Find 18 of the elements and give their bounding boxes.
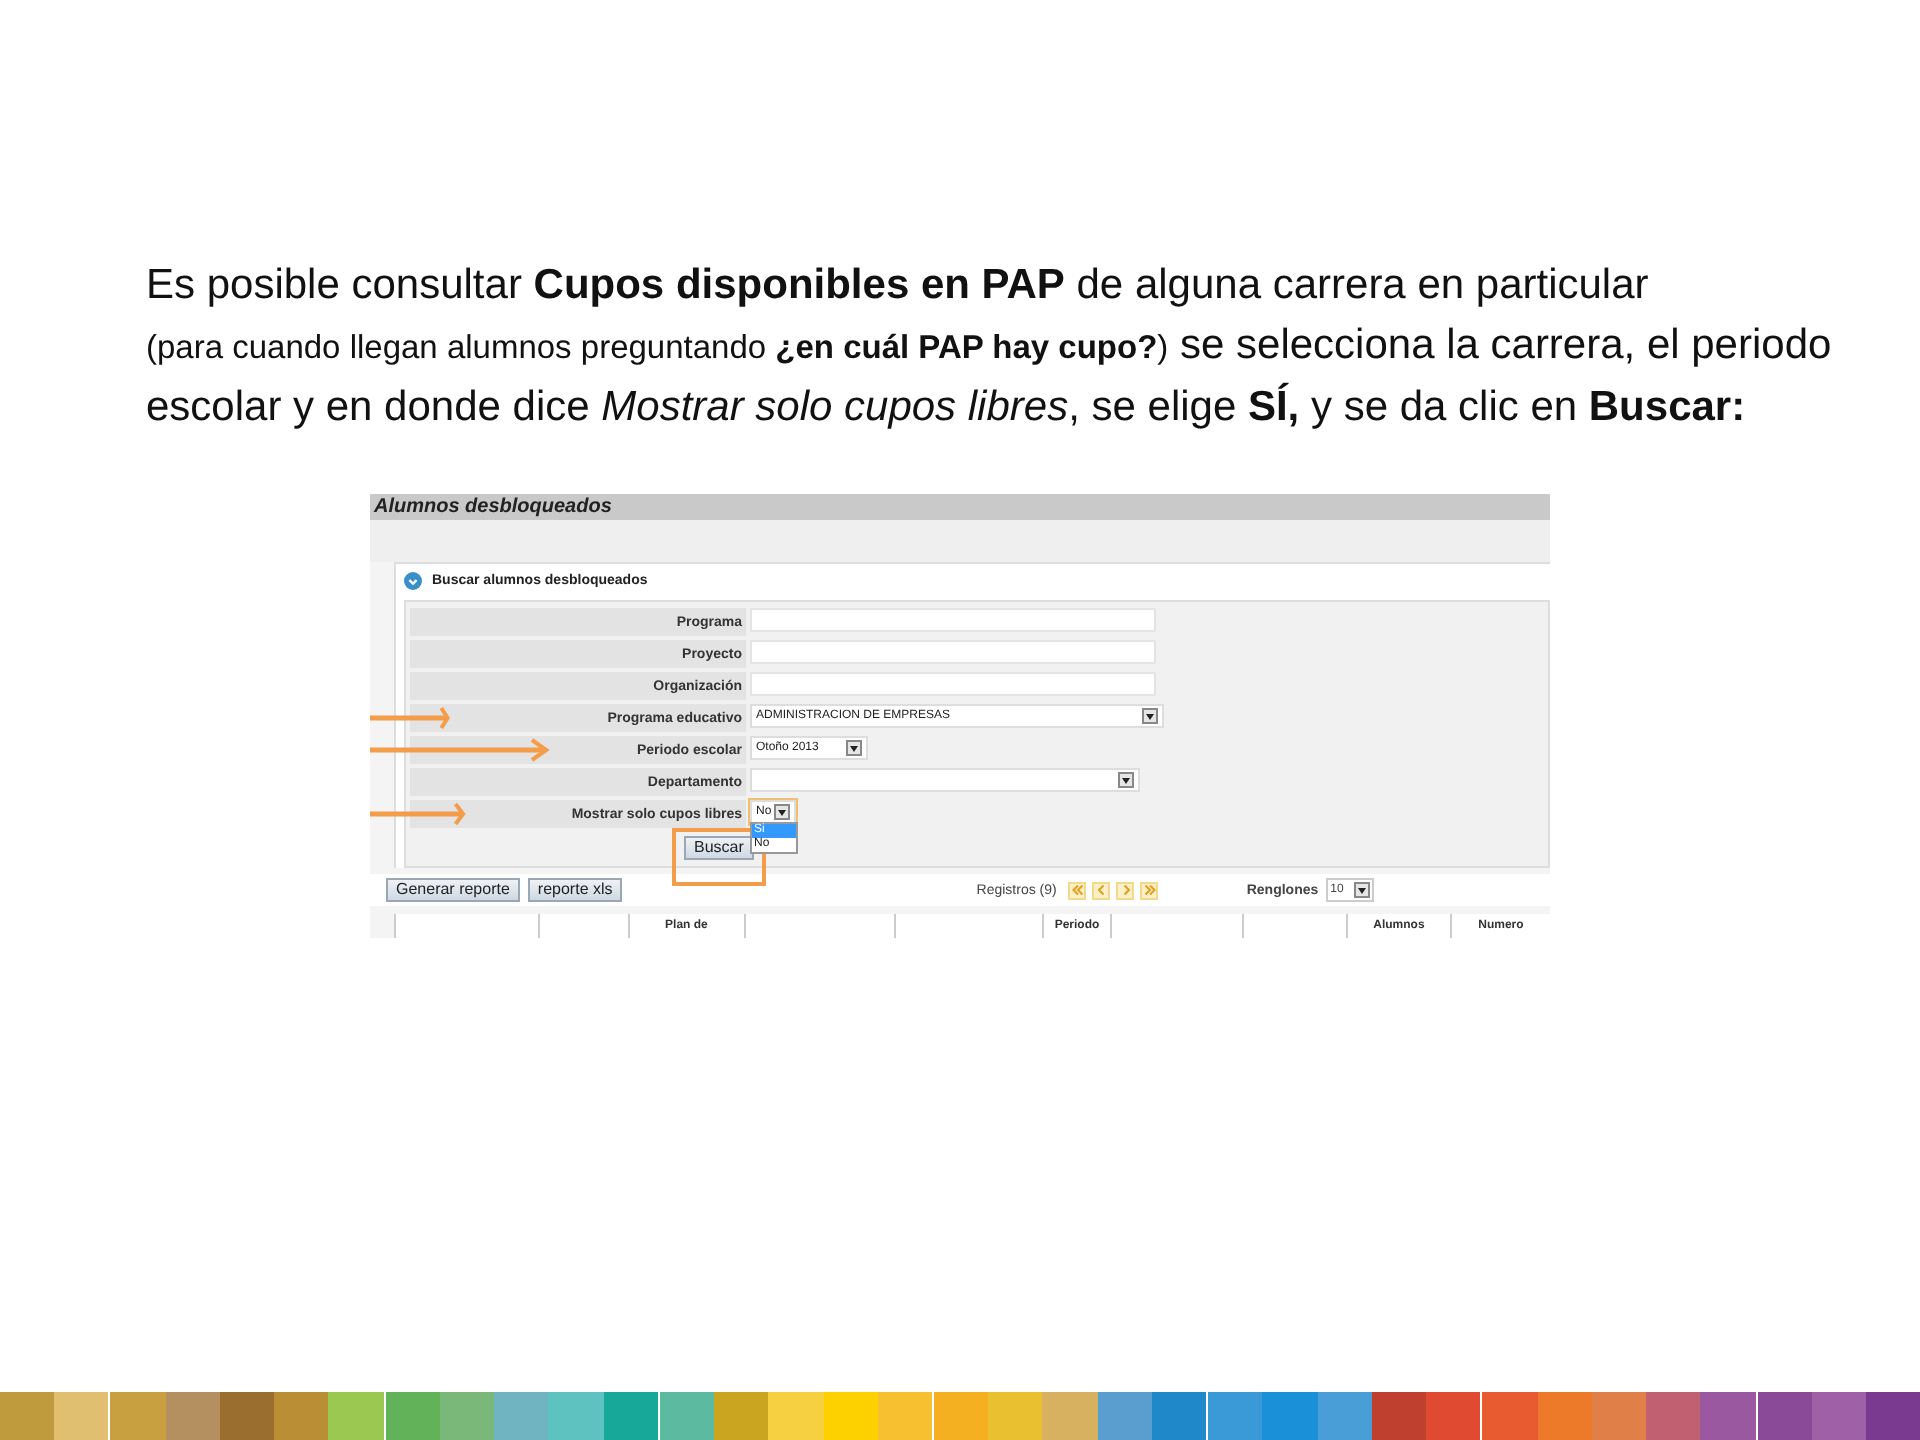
page-title-bar: Alumnos desbloqueados <box>370 494 1550 520</box>
instruction-paragraph: Es posible consultar Cupos disponibles en PAP de alguna carrera en particular (para cuando llegan alumnos preguntando ¿en cuál PAP hay cupo?) se selecciona la carrera, el periodo escolar y en donde dice Mostrar solo cupos libres, se elige SÍ, y se da clic en Buscar: <box>146 260 1834 434</box>
text-field[interactable] <box>750 640 1156 665</box>
select-field[interactable] <box>750 768 1140 793</box>
pager-button[interactable] <box>1140 881 1159 900</box>
caret-icon <box>1354 882 1371 899</box>
pager-button[interactable] <box>1092 881 1111 900</box>
caret-icon <box>1118 772 1134 789</box>
toolbar-button[interactable]: reporte xls <box>527 878 623 903</box>
text-field[interactable] <box>750 608 1156 633</box>
collapse-icon[interactable] <box>404 572 422 591</box>
pager-button[interactable] <box>1116 881 1135 900</box>
pager-button[interactable] <box>1068 881 1087 900</box>
caret-icon <box>1142 708 1158 725</box>
toolbar-button[interactable]: Generar reporte <box>386 878 520 903</box>
search-button[interactable]: Buscar <box>684 835 754 860</box>
text-field[interactable] <box>750 672 1156 697</box>
caret-icon <box>846 740 862 757</box>
